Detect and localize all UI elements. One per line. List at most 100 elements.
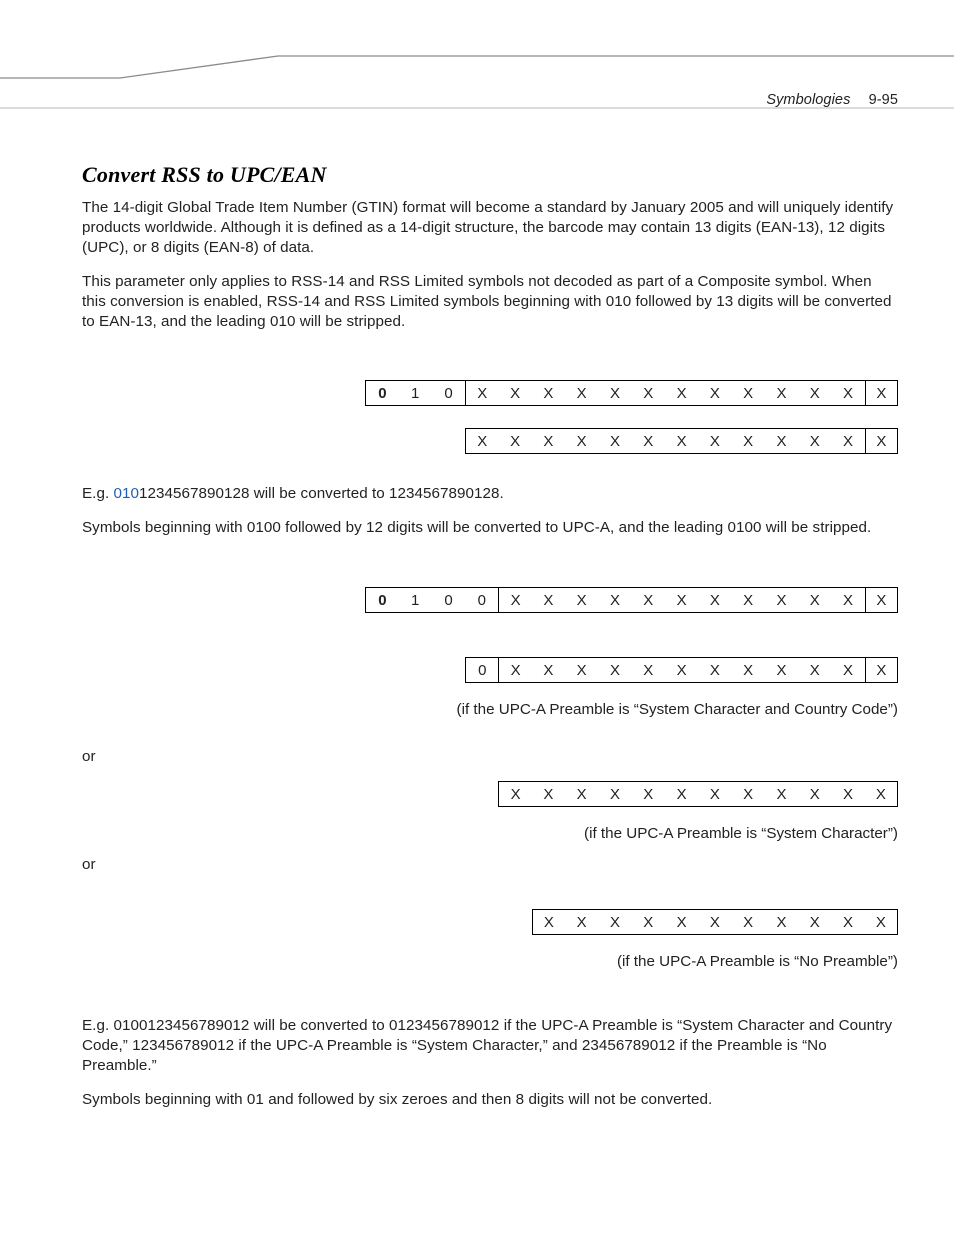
digit-cell: X — [632, 587, 665, 613]
digit-cell: X — [698, 909, 731, 935]
digit-cell: X — [465, 428, 498, 454]
digit-cell: X — [532, 909, 565, 935]
page-number: 9-95 — [869, 92, 898, 108]
digit-cell: X — [698, 380, 731, 406]
example-1-suffix: 1234567890128 will be converted to 12345… — [139, 485, 504, 502]
digit-cell: 0 — [365, 587, 398, 613]
digit-cell: X — [865, 428, 898, 454]
section-heading: Convert RSS to UPC/EAN — [82, 162, 898, 188]
digit-cell: X — [565, 428, 598, 454]
running-header: Symbologies 9-95 — [766, 92, 898, 108]
digit-cell: X — [732, 380, 765, 406]
digit-cell: X — [798, 380, 831, 406]
chapter-name: Symbologies — [766, 92, 850, 108]
digit-cell: X — [831, 380, 864, 406]
digit-cell: X — [732, 781, 765, 807]
digit-cell: X — [632, 428, 665, 454]
digit-cell: X — [732, 428, 765, 454]
digit-row-4: 0XXXXXXXXXXXX — [82, 657, 898, 683]
digit-cell: X — [632, 909, 665, 935]
digit-cell: X — [565, 587, 598, 613]
digit-cell: X — [698, 428, 731, 454]
digit-cell: X — [798, 909, 831, 935]
digit-cell: X — [698, 587, 731, 613]
example-1: E.g. 0101234567890128 will be converted … — [82, 484, 898, 504]
digit-cell: X — [765, 909, 798, 935]
digit-cell: X — [598, 909, 631, 935]
digit-cell: 0 — [365, 380, 398, 406]
digit-cell: X — [765, 781, 798, 807]
digit-row-6: XXXXXXXXXXX — [82, 909, 898, 935]
example-1-prefix: E.g. — [82, 485, 114, 502]
caption-1: (if the UPC-A Preamble is “System Charac… — [82, 701, 898, 718]
paragraph-upca: Symbols beginning with 0100 followed by … — [82, 518, 898, 538]
digit-cell: X — [498, 380, 531, 406]
example-2: E.g. 0100123456789012 will be converted … — [82, 1016, 898, 1076]
digit-cell: X — [665, 587, 698, 613]
digit-cell: X — [665, 657, 698, 683]
digit-cell: X — [831, 587, 864, 613]
digit-cell: X — [865, 380, 898, 406]
digit-cell: X — [798, 587, 831, 613]
digit-cell: 1 — [399, 380, 432, 406]
digit-cell: 0 — [432, 380, 465, 406]
caption-2: (if the UPC-A Preamble is “System Charac… — [82, 825, 898, 842]
digit-cell: X — [498, 587, 531, 613]
digit-cell: X — [831, 657, 864, 683]
digit-cell: X — [598, 781, 631, 807]
digit-cell: X — [532, 380, 565, 406]
digit-row-3: 0100XXXXXXXXXXXX — [82, 587, 898, 613]
digit-cell: X — [798, 657, 831, 683]
page: Symbologies 9-95 Convert RSS to UPC/EAN … — [0, 0, 954, 1235]
digit-cell: 1 — [399, 587, 432, 613]
digit-cell: X — [798, 781, 831, 807]
or-1: or — [82, 748, 898, 765]
paragraph-intro-1: The 14-digit Global Trade Item Number (G… — [82, 198, 898, 258]
paragraph-intro-2: This parameter only applies to RSS-14 an… — [82, 272, 898, 332]
digit-cell: X — [865, 909, 898, 935]
digit-cell: X — [598, 587, 631, 613]
digit-cell: X — [765, 380, 798, 406]
digit-cell: X — [798, 428, 831, 454]
digit-cell: X — [698, 781, 731, 807]
digit-cell: X — [865, 587, 898, 613]
digit-cell: X — [565, 909, 598, 935]
or-2: or — [82, 856, 898, 873]
paragraph-final: Symbols beginning with 01 and followed b… — [82, 1090, 898, 1110]
digit-cell: X — [565, 781, 598, 807]
digit-cell: X — [732, 587, 765, 613]
digit-cell: X — [565, 380, 598, 406]
digit-cell: X — [632, 781, 665, 807]
digit-cell: X — [632, 380, 665, 406]
digit-cell: X — [732, 909, 765, 935]
header-rule-decoration — [0, 0, 954, 130]
digit-cell: X — [498, 781, 531, 807]
digit-cell: X — [665, 909, 698, 935]
content-area: Convert RSS to UPC/EAN The 14-digit Glob… — [82, 162, 898, 1124]
digit-cell: 0 — [465, 657, 498, 683]
digit-cell: X — [831, 781, 864, 807]
digit-cell: X — [732, 657, 765, 683]
digit-cell: X — [532, 781, 565, 807]
digit-cell: X — [565, 657, 598, 683]
digit-cell: X — [765, 428, 798, 454]
digit-cell: X — [765, 657, 798, 683]
digit-cell: X — [665, 428, 698, 454]
digit-cell: X — [632, 657, 665, 683]
digit-cell: X — [665, 781, 698, 807]
digit-row-5: XXXXXXXXXXXX — [82, 781, 898, 807]
digit-cell: X — [465, 380, 498, 406]
digit-cell: X — [865, 781, 898, 807]
digit-cell: X — [865, 657, 898, 683]
digit-cell: X — [665, 380, 698, 406]
digit-cell: X — [598, 657, 631, 683]
digit-cell: X — [498, 657, 531, 683]
digit-cell: X — [532, 428, 565, 454]
digit-cell: X — [532, 587, 565, 613]
digit-cell: X — [765, 587, 798, 613]
digit-cell: X — [498, 428, 531, 454]
digit-cell: X — [698, 657, 731, 683]
digit-cell: 0 — [465, 587, 498, 613]
example-1-highlight: 010 — [114, 485, 140, 502]
digit-cell: X — [831, 909, 864, 935]
